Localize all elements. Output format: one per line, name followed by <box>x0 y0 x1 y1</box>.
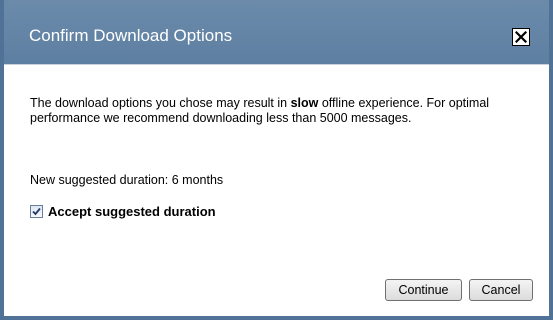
close-icon <box>515 31 527 43</box>
dialog-message: The download options you chose may resul… <box>30 96 545 126</box>
message-text-start: The download options you chose may resul… <box>30 96 291 110</box>
close-button[interactable] <box>512 28 530 46</box>
message-emphasis: slow <box>290 96 319 110</box>
dialog-title: Confirm Download Options <box>29 26 233 45</box>
confirm-download-dialog: Confirm Download Options The download op… <box>0 0 553 320</box>
accept-duration-label[interactable]: Accept suggested duration <box>48 204 216 219</box>
accept-duration-checkbox[interactable] <box>30 205 43 218</box>
cancel-button[interactable]: Cancel <box>469 279 533 301</box>
dialog-titlebar: Confirm Download Options <box>4 0 549 64</box>
continue-button[interactable]: Continue <box>385 279 462 301</box>
suggested-duration-text: New suggested duration: 6 months <box>30 173 224 187</box>
checkmark-icon <box>32 203 41 221</box>
accept-suggested-duration[interactable]: Accept suggested duration <box>30 204 216 219</box>
titlebar-divider <box>4 64 549 65</box>
